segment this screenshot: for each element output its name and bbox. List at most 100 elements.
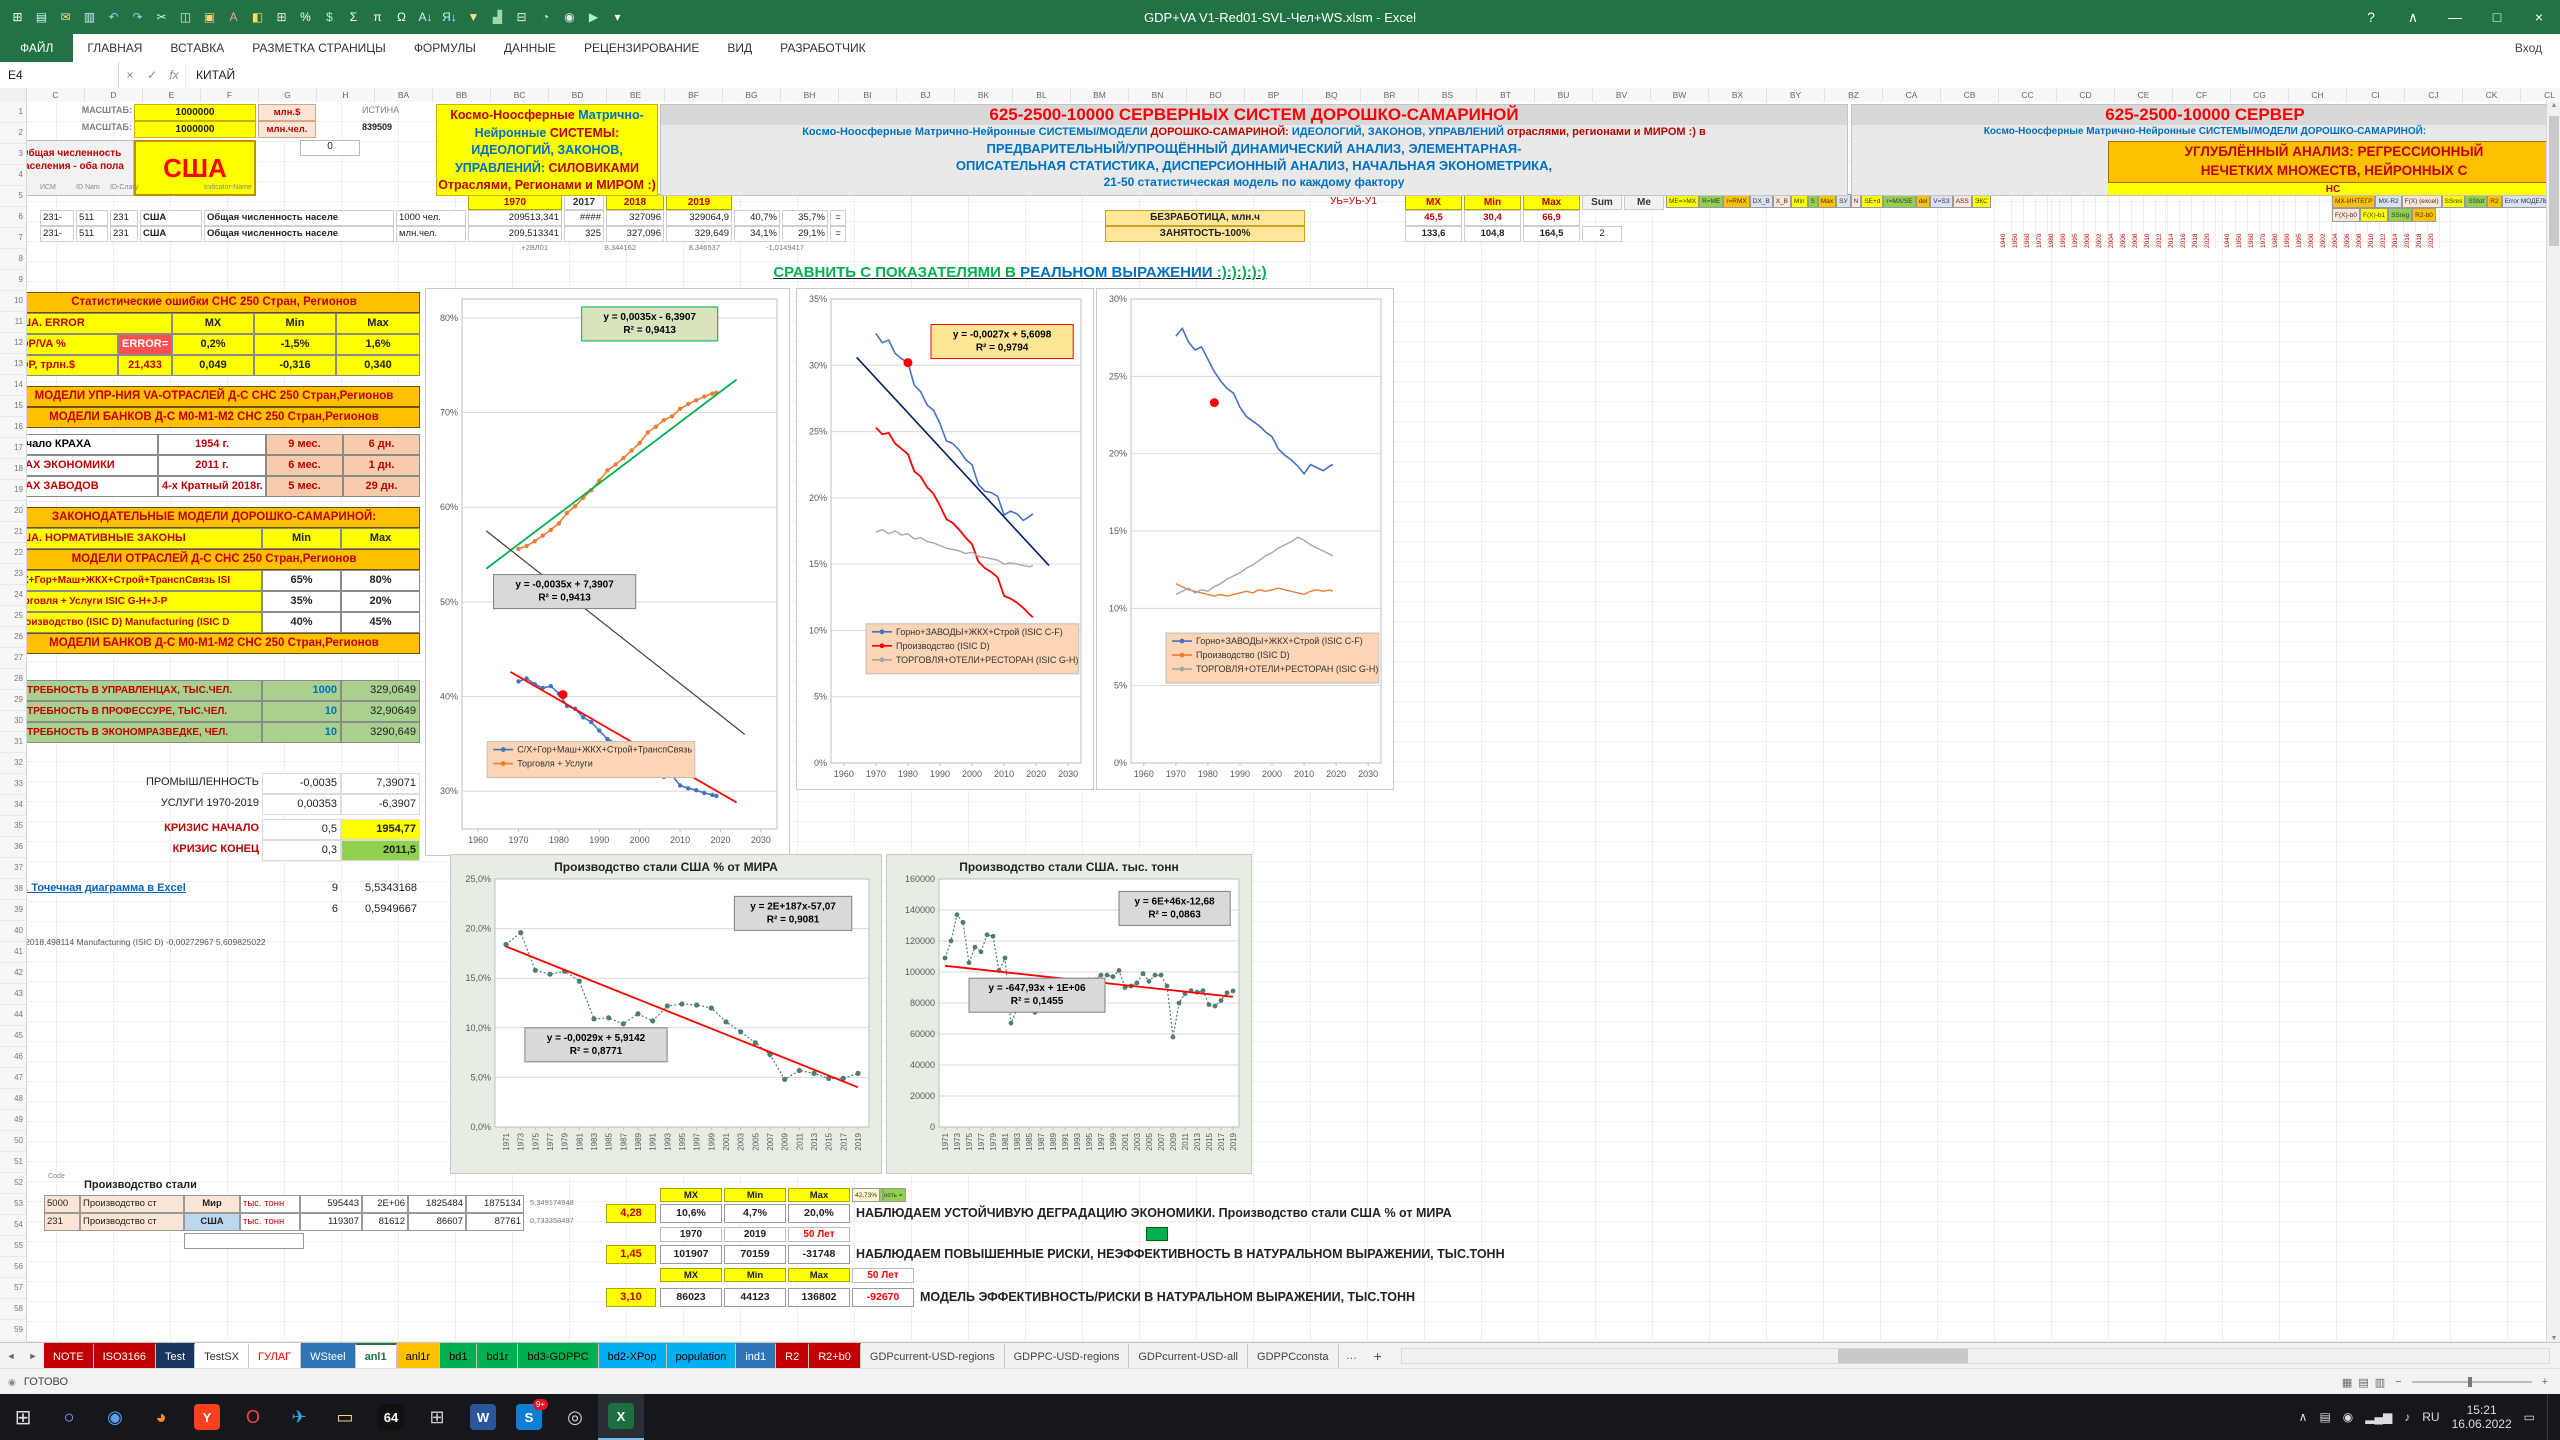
col-header-me[interactable]: Me	[1624, 194, 1664, 210]
cell[interactable]: -92670	[852, 1288, 914, 1307]
currency-icon[interactable]: $	[320, 8, 339, 27]
ribbon-options-button[interactable]: ∧	[2392, 0, 2434, 34]
column-header[interactable]: BS	[1419, 88, 1477, 102]
cell[interactable]: 45%	[341, 612, 420, 633]
cell[interactable]: 1875134	[466, 1195, 524, 1213]
cell[interactable]: 29 дн.	[343, 476, 420, 497]
row-header[interactable]: 42	[0, 963, 26, 984]
cell[interactable]: 136802	[788, 1288, 850, 1307]
freeze-icon[interactable]: ⊟	[512, 8, 531, 27]
opera-icon[interactable]: O	[230, 1394, 276, 1440]
column-header[interactable]: BD	[549, 88, 607, 102]
sort-za-icon[interactable]: Я↓	[440, 8, 459, 27]
cell[interactable]: 50 Лет	[788, 1227, 850, 1242]
sheet-tab-GDPPC-USD-regions[interactable]: GDPPC-USD-regions	[1005, 1343, 1130, 1369]
cell[interactable]: МОДЕЛИ УПР-НИЯ VA-ОТРАСЛЕЙ Д-С СНС 250 С…	[8, 386, 420, 407]
cell[interactable]: 0,00353	[262, 794, 341, 815]
cell[interactable]: -0,0035	[262, 773, 341, 794]
cell[interactable]: 20,0%	[788, 1204, 850, 1223]
row-header[interactable]: 11	[0, 312, 26, 333]
cell[interactable]: 3,10	[606, 1288, 656, 1307]
cell[interactable]: 10	[262, 722, 341, 743]
cell[interactable]: 1000000	[134, 121, 256, 138]
formula-input[interactable]: КИТАЙ	[185, 62, 2560, 88]
row-header[interactable]: 53	[0, 1194, 26, 1215]
column-header[interactable]: CK	[2463, 88, 2521, 102]
row-header[interactable]: 30	[0, 711, 26, 732]
column-header[interactable]: BE	[607, 88, 665, 102]
cell[interactable]: 1825484	[408, 1195, 466, 1213]
col-header-2017[interactable]: 2017	[564, 194, 604, 210]
cell[interactable]: КРАХ ЗАВОДОВ	[8, 476, 158, 497]
tray-app-icon-1[interactable]: ▤	[2319, 1410, 2330, 1424]
column-header[interactable]: CD	[2057, 88, 2115, 102]
chart-steel-tonnes[interactable]: Производство стали США. тыс. тонн0200004…	[886, 854, 1252, 1174]
email-icon[interactable]: ✉	[56, 8, 75, 27]
cell[interactable]: 329064,9	[666, 210, 732, 226]
cell[interactable]: МАСШТАБ:	[30, 122, 132, 132]
row-header[interactable]: 45	[0, 1026, 26, 1047]
cancel-icon[interactable]: ×	[119, 68, 141, 82]
firefox-icon[interactable]: ◕	[138, 1394, 184, 1440]
cell[interactable]: 1 дн.	[343, 455, 420, 476]
sheet-tab-R2[interactable]: R2	[776, 1343, 809, 1369]
camera-icon[interactable]: ◉	[560, 8, 579, 27]
obs-icon[interactable]: ◎	[552, 1394, 598, 1440]
column-header[interactable]: BH	[781, 88, 839, 102]
cell[interactable]: 133,6	[1405, 226, 1462, 242]
column-header[interactable]: BK	[955, 88, 1013, 102]
col-header-min[interactable]: Min	[724, 1268, 786, 1282]
tabs-overflow-icon[interactable]: …	[1339, 1343, 1365, 1369]
filter-icon[interactable]: ▼	[464, 8, 483, 27]
col-header-min[interactable]: Min	[1464, 194, 1521, 210]
tray-app-icon-2[interactable]: ◉	[2343, 1410, 2353, 1424]
column-header[interactable]: BA	[375, 88, 433, 102]
cell[interactable]: 5000	[44, 1195, 80, 1213]
macro-record-icon[interactable]: ◉	[0, 1377, 24, 1388]
file-explorer-icon[interactable]: ▭	[322, 1394, 368, 1440]
cell[interactable]: 0,3	[262, 840, 341, 861]
cell[interactable]: Начало КРАХА	[8, 434, 158, 455]
sheet-tab-GDPcurrent-USD-all[interactable]: GDPcurrent-USD-all	[1129, 1343, 1248, 1369]
cell[interactable]: 329,0649	[341, 680, 420, 701]
row-header[interactable]: 55	[0, 1236, 26, 1257]
yandex-browser-icon[interactable]: Y	[184, 1394, 230, 1440]
cell[interactable]: Min	[254, 313, 336, 334]
row-header[interactable]: 51	[0, 1152, 26, 1173]
excel-logo[interactable]: ⊞	[8, 8, 27, 27]
scroll-thumb[interactable]	[2549, 116, 2559, 246]
cell[interactable]: Статистические ошибки СНС 250 Стран, Рег…	[8, 292, 420, 313]
column-header[interactable]: BQ	[1303, 88, 1361, 102]
scroll-down-icon[interactable]: ▼	[2547, 1335, 2560, 1342]
row-header[interactable]: 38	[0, 879, 26, 900]
cell[interactable]: 231-	[40, 226, 74, 242]
cell[interactable]: 839509	[362, 122, 424, 132]
cell[interactable]: США	[140, 226, 202, 242]
row-header[interactable]: 22	[0, 543, 26, 564]
cell[interactable]: 4,28	[606, 1204, 656, 1223]
zoom-in-button[interactable]: +	[2542, 1376, 2548, 1388]
sheet-tab-ind1[interactable]: ind1	[736, 1343, 776, 1369]
cell[interactable]: -1,0149417	[724, 243, 804, 252]
row-header[interactable]: 32	[0, 753, 26, 774]
row-header[interactable]: 50	[0, 1131, 26, 1152]
column-header[interactable]: BN	[1129, 88, 1187, 102]
cell[interactable]	[8, 900, 262, 921]
volume-icon[interactable]: ♪	[2404, 1410, 2410, 1424]
cell[interactable]: 1000000	[134, 104, 256, 121]
row-header[interactable]: 49	[0, 1110, 26, 1131]
row-header[interactable]: 19	[0, 480, 26, 501]
column-header[interactable]: BR	[1361, 88, 1419, 102]
cell[interactable]: -31748	[788, 1245, 850, 1264]
ribbon-tab-7[interactable]: РЕЦЕНЗИРОВАНИЕ	[570, 34, 713, 62]
cell[interactable]: ПОТРЕБНОСТЬ В ЭКОНОМРАЗВЕДКЕ, ЧЕЛ.	[8, 722, 262, 743]
cell[interactable]: 9 мес.	[266, 434, 343, 455]
col-header-2019[interactable]: 2019	[666, 194, 732, 210]
vertical-scrollbar[interactable]: ▲ ▼	[2546, 102, 2560, 1342]
cell[interactable]: 327096	[606, 210, 664, 226]
sheet-tab-Test[interactable]: Test	[156, 1343, 195, 1369]
row-header[interactable]: 17	[0, 438, 26, 459]
sheet-tab-GDPcurrent-USD-regions[interactable]: GDPcurrent-USD-regions	[861, 1343, 1005, 1369]
column-header[interactable]: BF	[665, 88, 723, 102]
cell[interactable]: 2	[1582, 226, 1622, 242]
